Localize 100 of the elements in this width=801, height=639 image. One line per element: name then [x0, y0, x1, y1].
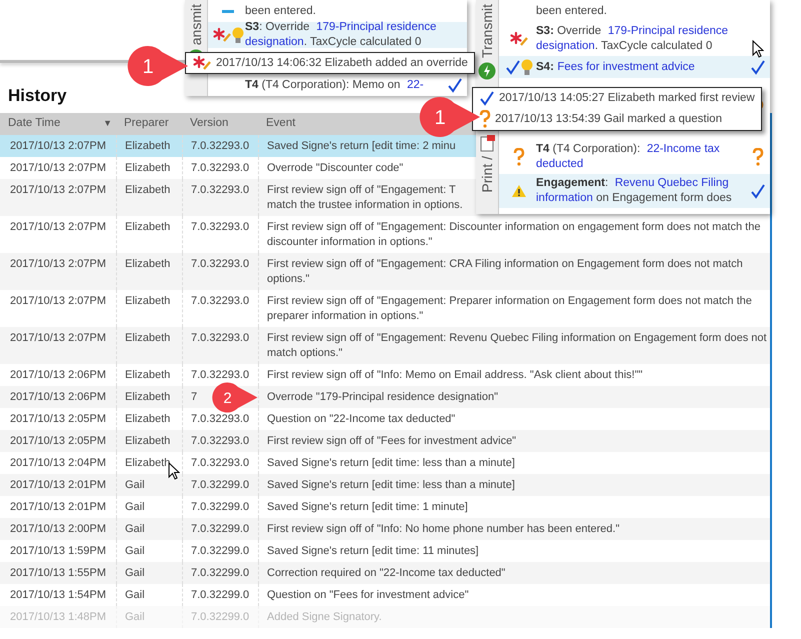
table-cell: 2017/10/13 2:00PM	[10, 522, 106, 536]
table-cell: First review sign off of "Info: Memo on Email address. "Ask client about this!""	[267, 368, 643, 382]
cursor-icon	[168, 462, 180, 480]
cursor-icon	[752, 40, 764, 58]
callout-badge: 2	[211, 381, 259, 414]
table-cell: Elizabeth	[125, 390, 170, 404]
column-header[interactable]: Date Time	[8, 117, 60, 135]
table-cell: First review sign off of "Engagement: T match the trustee information in options.	[267, 182, 463, 212]
table-cell: 2017/10/13 1:48PM	[10, 610, 106, 624]
table-cell-text: First review sign off of "Engagement: Revenu Quebec Filing information on Engagement form does not match options."	[267, 330, 768, 360]
column-header[interactable]: Version	[190, 117, 228, 135]
table-cell: 7	[191, 390, 198, 404]
table-cell: 7.0.32293.0	[191, 412, 250, 426]
tooltip-text: 2017/10/13 14:05:27 Elizabeth marked first review	[499, 92, 755, 104]
table-cell: Gail	[125, 566, 145, 580]
table-cell: 7.0.32299.0	[191, 566, 250, 580]
table-cell: Gail	[125, 544, 145, 558]
table-row[interactable]: 2017/10/13 2:00PM Gail 7.0.32299.0 First review sign off of "Info: No home phone number has been entered."	[0, 518, 770, 540]
section-title: History	[8, 86, 67, 106]
list-item[interactable]: been entered.	[499, 0, 770, 22]
table-cell: 7.0.32299.0	[191, 478, 250, 492]
table-row[interactable]: 2017/10/13 2:05PM Elizabeth 7.0.32293.0 First review sign off of "Fees for investment advice"	[0, 430, 770, 452]
table-cell: Elizabeth	[125, 138, 170, 154]
table-cell: 2017/10/13 2:07PM	[10, 182, 106, 198]
list-item[interactable]: T4 (T4 Corporation): Memo on 22-	[208, 74, 467, 96]
column-header[interactable]: Event	[266, 117, 296, 135]
table-cell: 7.0.32293.0	[191, 456, 250, 470]
table-cell: First review sign off of "Info: No home phone number has been entered."	[267, 522, 620, 536]
table-cell: 2017/10/13 1:55PM	[10, 566, 106, 580]
list-item[interactable]: been entered.	[208, 0, 467, 22]
table-cell: Elizabeth	[125, 330, 170, 346]
item-text: S3: Override 179-Principal residence designation. TaxCycle calculated 0	[245, 20, 438, 50]
table-cell: 2017/10/13 2:07PM	[10, 256, 106, 272]
item-text: been entered.	[536, 4, 608, 18]
list-item[interactable]: S3: Override 179-Principal residence designation. TaxCycle calculated 0	[499, 22, 770, 56]
table-cell: 2017/10/13 2:06PM	[10, 368, 106, 382]
table-cell: 2017/10/13 2:07PM	[10, 330, 106, 346]
table-cell-text: First review sign off of "Engagement: Discounter information on engagement form does not match the discounter information in options."	[267, 220, 762, 250]
side-tab[interactable]: Transmit	[479, 4, 495, 58]
table-cell: Gail	[125, 610, 145, 624]
lightning-icon	[478, 62, 496, 80]
table-cell: 7.0.32293.0	[191, 434, 250, 448]
table-cell: 2017/10/13 2:07PM	[10, 138, 106, 154]
table-cell: Elizabeth	[125, 160, 170, 176]
item-text: S4: Fees for investment advice	[536, 60, 696, 74]
table-cell: 7.0.32293.0	[191, 294, 250, 308]
table-cell: 7.0.32299.0	[191, 588, 250, 602]
table-row[interactable]: 2017/10/13 2:07PM Elizabeth 7.0.32293.0 First review sign off of "Engagement: Revenu Quebec Filing information on Engagement form does not match options."	[0, 327, 770, 364]
table-cell: 7.0.32299.0	[191, 610, 250, 624]
table-cell: 2017/10/13 1:59PM	[10, 544, 106, 558]
table-cell: Saved Signe's return [edit time: less than a minute]	[267, 456, 515, 470]
question-icon	[752, 148, 764, 166]
table-row[interactable]: 2017/10/13 1:55PM Gail 7.0.32299.0 Correction required on "22-Income tax deducted"	[0, 562, 770, 584]
table-cell: Correction required on "22-Income tax deducted"	[267, 566, 506, 580]
callout-badge: 1	[418, 95, 482, 139]
table-cell: Saved Signe's return [edit time: 2 minu	[267, 138, 456, 154]
pdf-icon	[479, 134, 495, 152]
table-cell: Elizabeth	[125, 456, 170, 470]
table-cell: 2017/10/13 2:07PM	[10, 294, 106, 308]
table-cell-text: First review sign off of "Engagement: Preparer information on Engagement form does not match the preparer information in options."	[267, 294, 753, 324]
table-cell: Question on "22-Income tax deducted"	[267, 412, 456, 426]
list-item[interactable]: Engagement: Revenu Quebec Filing information on Engagement form does	[499, 174, 770, 208]
table-cell: Gail	[125, 478, 145, 492]
table-cell: Elizabeth	[125, 294, 170, 308]
tooltip-text: 2017/10/13 14:06:32 Elizabeth added an override	[216, 57, 468, 69]
table-cell: 7.0.32293.0	[191, 160, 250, 176]
column-header[interactable]: Preparer	[124, 117, 169, 135]
item-text: S3: Override 179-Principal residence designation. TaxCycle calculated 0	[536, 24, 730, 54]
table-cell: 2017/10/13 2:01PM	[10, 478, 106, 492]
table-cell: Saved Signe's return [edit time: 11 minutes]	[267, 544, 479, 558]
table-cell: 2017/10/13 2:06PM	[10, 390, 106, 404]
table-cell: Overrode "Discounter code"	[267, 160, 404, 176]
table-cell: 2017/10/13 2:07PM	[10, 160, 106, 176]
item-text: Engagement: Revenu Quebec Filing information on Engagement form does	[536, 176, 733, 206]
table-cell: 7.0.32293.0	[191, 220, 250, 234]
table-cell: 7.0.32293.0	[191, 182, 250, 198]
table-cell: Elizabeth	[125, 412, 170, 426]
table-cell: 7.0.32299.0	[191, 544, 250, 558]
table-cell: 2017/10/13 2:07PM	[10, 220, 106, 234]
table-cell: Added Signe Signatory.	[267, 610, 382, 624]
table-cell: Question on "Fees for investment advice"	[267, 588, 469, 602]
table-row[interactable]: 2017/10/13 1:54PM Gail 7.0.32299.0 Question on "Fees for investment advice"	[0, 584, 770, 606]
table-cell: Gail	[125, 522, 145, 536]
table-cell: First review sign off of "Fees for investment advice"	[267, 434, 516, 448]
table-row[interactable]: 2017/10/13 2:01PM Gail 7.0.32299.0 Saved Signe's return [edit time: less than a minute]	[0, 474, 770, 496]
table-cell: Elizabeth	[125, 434, 170, 448]
table-cell: 2017/10/13 2:05PM	[10, 412, 106, 426]
table-cell: Elizabeth	[125, 368, 170, 382]
list-item[interactable]: S4: Fees for investment advice	[499, 56, 770, 78]
table-cell: 2017/10/13 2:05PM	[10, 434, 106, 448]
table-row[interactable]: 2017/10/13 2:07PM Elizabeth 7.0.32293.0 First review sign off of "Engagement: CRA Filing information on Engagement form does not match options."	[0, 253, 770, 290]
tooltip-text: 2017/10/13 13:54:39 Gail marked a question	[495, 113, 722, 125]
table-cell: Elizabeth	[125, 256, 170, 272]
table-cell-text: First review sign off of "Engagement: CRA Filing information on Engagement form does not match options."	[267, 256, 744, 286]
sort-icon[interactable]: ▼	[103, 117, 116, 135]
callout-badge: 1	[126, 44, 190, 88]
table-cell: 7.0.32299.0	[191, 500, 250, 514]
table-cell: 7.0.32293.0	[191, 330, 250, 346]
list-item[interactable]: S3: Override 179-Principal residence designation. TaxCycle calculated 0	[208, 22, 467, 48]
table-cell: 7.0.32299.0	[191, 522, 250, 536]
